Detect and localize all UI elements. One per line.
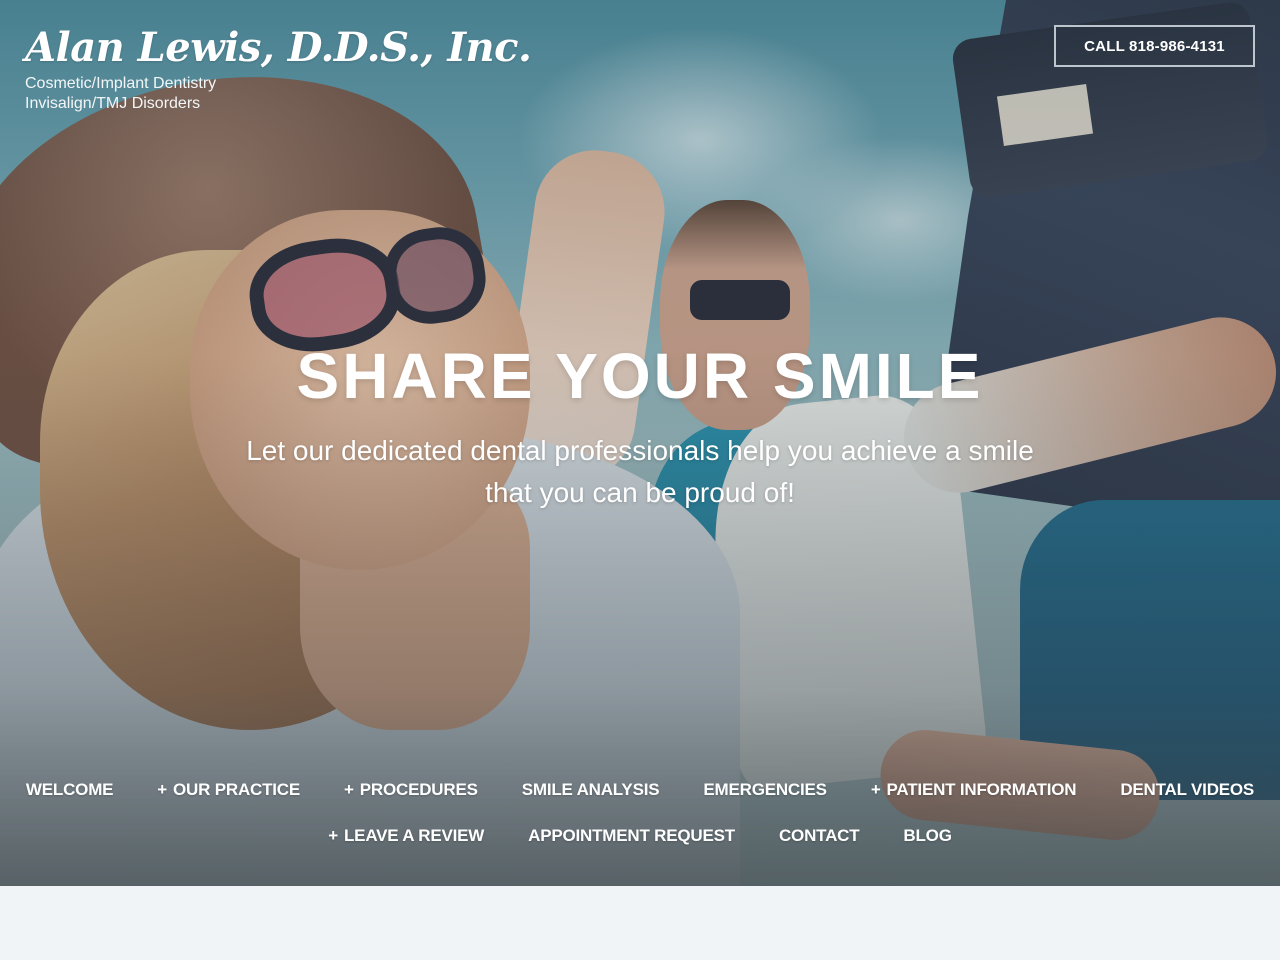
hero-banner: Alan Lewis, D.D.S., Inc. Cosmetic/Implan… bbox=[0, 0, 1280, 886]
call-button[interactable]: CALL 818-986-4131 bbox=[1054, 25, 1255, 67]
nav-row-2: + LEAVE A REVIEW APPOINTMENT REQUEST CONTAC… bbox=[0, 818, 1280, 854]
plus-icon: + bbox=[157, 780, 168, 799]
page-content-area bbox=[0, 886, 1280, 960]
nav-row-1: WELCOME + OUR PRACTICE + PROCEDURES SMILE ANA… bbox=[0, 772, 1280, 808]
nav-item-label: OUR PRACTICE bbox=[173, 780, 301, 799]
plus-icon: + bbox=[870, 780, 881, 799]
logo-title: Alan Lewis, D.D.S., Inc. bbox=[25, 24, 532, 71]
nav-item-blog[interactable]: BLOG bbox=[903, 826, 952, 846]
nav-item-label: WELCOME bbox=[25, 780, 114, 799]
logo-subtitle-line-2: Invisalign/TMJ Disorders bbox=[25, 95, 201, 112]
hero-headline: SHARE YOUR SMILE bbox=[296, 340, 984, 412]
nav-item-smile-analysis[interactable]: SMILE ANALYSIS bbox=[522, 780, 660, 800]
nav-item-welcome[interactable]: WELCOME bbox=[25, 780, 114, 800]
nav-item-contact[interactable]: CONTACT bbox=[778, 826, 860, 846]
nav-item-appointment-request[interactable]: APPOINTMENT REQUEST bbox=[528, 826, 735, 846]
nav-item-label: EMERGENCIES bbox=[703, 780, 827, 799]
logo-subtitle-line-1: Cosmetic/Implant Dentistry bbox=[25, 75, 217, 92]
nav-item-label: CONTACT bbox=[778, 826, 860, 845]
nav-item-procedures[interactable]: + PROCEDURES bbox=[344, 780, 478, 800]
main-navigation: WELCOME + OUR PRACTICE + PROCEDURES SMILE ANA… bbox=[0, 772, 1280, 854]
nav-item-our-practice[interactable]: + OUR PRACTICE bbox=[157, 780, 300, 800]
plus-icon: + bbox=[344, 780, 354, 799]
nav-item-emergencies[interactable]: EMERGENCIES bbox=[703, 780, 827, 800]
nav-item-label: APPOINTMENT REQUEST bbox=[528, 826, 735, 845]
nav-item-label: LEAVE A REVIEW bbox=[344, 826, 485, 845]
nav-item-label: PROCEDURES bbox=[359, 780, 478, 799]
nav-item-label: DENTAL VIDEOS bbox=[1120, 780, 1255, 799]
site-logo[interactable]: Alan Lewis, D.D.S., Inc. Cosmetic/Implan… bbox=[25, 22, 532, 114]
hero-tagline: Let our dedicated dental professionals h… bbox=[246, 435, 1034, 508]
nav-item-label: BLOG bbox=[903, 826, 952, 845]
nav-item-label: PATIENT INFORMATION bbox=[886, 780, 1077, 799]
nav-item-dental-videos[interactable]: DENTAL VIDEOS bbox=[1120, 780, 1254, 800]
nav-item-label: SMILE ANALYSIS bbox=[521, 780, 660, 799]
plus-icon: + bbox=[328, 826, 338, 845]
nav-item-leave-a-review[interactable]: + LEAVE A REVIEW bbox=[328, 826, 484, 846]
nav-item-patient-information[interactable]: + PATIENT INFORMATION bbox=[871, 780, 1077, 800]
